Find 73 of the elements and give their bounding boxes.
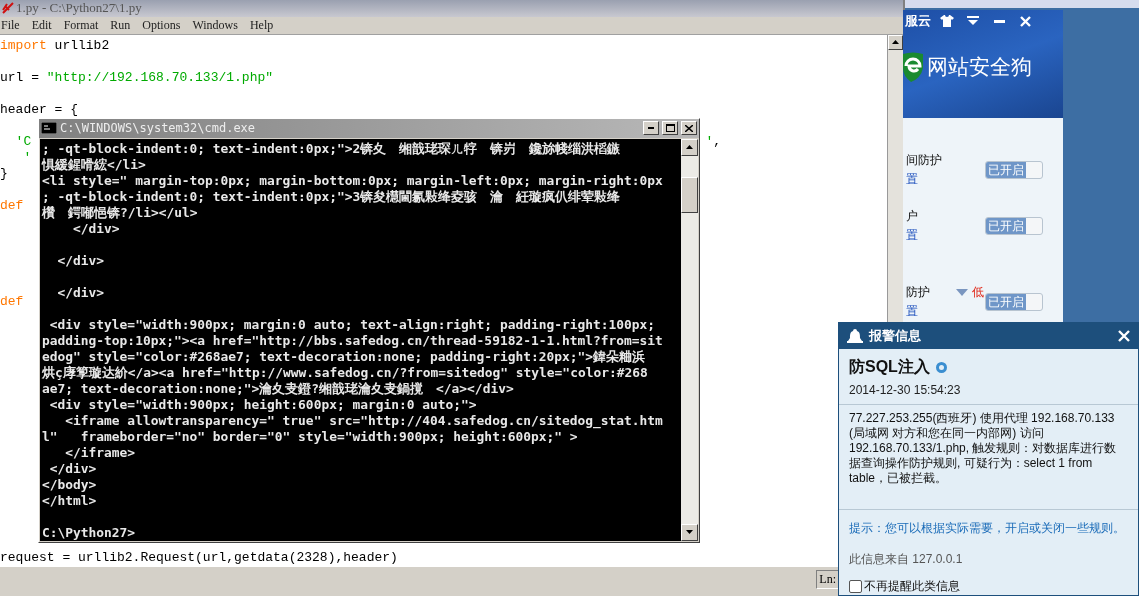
console-line: </div> <box>72 220 121 237</box>
ring-icon <box>935 361 947 373</box>
console-line: 欑 鍔喐悒锛?/li></ul> <box>42 204 199 221</box>
close-button[interactable] <box>681 121 697 136</box>
code-line: } <box>0 165 8 182</box>
popup-title: 报警信息 <box>869 326 922 345</box>
console-line: <li style=" margin-top:0px; margin-bottom:0px; margin-left:0px; margin-right:0px <box>42 172 664 189</box>
up-arrow-icon <box>686 145 693 150</box>
console-line: </div> <box>56 252 106 269</box>
console-line: padding-top:10px;"><a href="http://bbs.safedog.cn/thread-59182-1-1.html?from=sit <box>42 332 664 349</box>
alert-heading: 防SQL注入 <box>849 356 930 377</box>
console-line: ae7; text-decoration:none;">瀹夊叏鐙?缃戠珯瀹夊叏鍋撹 </a></div> <box>42 380 515 397</box>
code-line: ' <box>22 149 32 166</box>
minimize-icon <box>648 127 654 130</box>
menu-item[interactable]: Edit <box>31 17 52 33</box>
minimize-button[interactable] <box>643 121 659 136</box>
console-line: <div style="width:900px; margin:0 auto; text-align:right; padding-right:100px; <box>48 316 657 333</box>
source-text: 此信息来自 127.0.0.1 <box>848 551 964 568</box>
level-label: 低 <box>972 284 984 301</box>
console-line: </html> <box>42 492 98 509</box>
console-line: 惧緩鍟嗗綋</li> <box>42 156 147 173</box>
settings-link[interactable]: 置 <box>906 171 942 188</box>
code-line: request = urllib2.Request(url,getdata(2328),header) <box>0 549 398 566</box>
scroll-thumb[interactable] <box>681 176 698 213</box>
protection-label: 防护 <box>906 284 930 301</box>
scrollbar[interactable] <box>681 138 698 541</box>
menu-item[interactable]: Format <box>63 17 99 33</box>
console-line: C:\Python27> <box>42 524 137 541</box>
maximize-button[interactable] <box>662 121 678 136</box>
console-line: 烘ç庨箰璇达紒</a><a href="http://www.safedog.cn/?from=sitedog" style="color:#268 <box>42 364 649 381</box>
window-title: 1.py - C:\Python27\1.py <box>16 0 142 17</box>
code-line: def <box>0 293 24 310</box>
menu-item[interactable]: Windows <box>192 17 238 33</box>
settings-link[interactable]: 置 <box>906 303 984 320</box>
menu-item[interactable]: Options <box>142 17 181 33</box>
alert-time: 2014-12-30 15:54:23 <box>849 382 962 397</box>
protection-label: 户 <box>906 208 918 225</box>
console-icon <box>41 122 57 135</box>
console-line: <iframe allowtransparency=" true" src="http://404.safedog.cn/sitedog_stat.htm <box>64 412 664 429</box>
close-icon <box>685 124 693 132</box>
hint-text: 提示：您可以根据实际需要，开启或关闭一些规则。 <box>848 520 1126 537</box>
console-line: </body> <box>42 476 98 493</box>
cloud-label: 服云 <box>905 12 931 30</box>
alert-message: 77.227.253.255(西班牙) 使用代理 192.168.70.133 (局域网 对方和您在同一内部网) 访问 192.168.70.133/1.php, 触发规则：对数据库进行数据查询操作防护规则, 可疑行为：select 1 from table，已被拦截。 <box>848 409 1118 487</box>
up-arrow-icon <box>892 40 899 45</box>
code-line: 'C <box>14 133 32 150</box>
console-line: edog" style="color:#268ae7; text-decoration:none; padding-right:20px;">鍏朵粬浜 <box>42 348 647 365</box>
close-icon[interactable] <box>1118 329 1130 342</box>
menu-item[interactable]: Help <box>249 17 274 33</box>
console-line: </div> <box>48 460 98 477</box>
console-line: l" frameborder="no" border="0" style="width:900px; height:600px;" > <box>42 428 578 445</box>
console-line: </iframe> <box>64 444 137 461</box>
code-line: header = { <box>0 101 78 118</box>
caret-icon[interactable] <box>956 289 968 296</box>
menu-item[interactable]: File <box>1 17 20 33</box>
code-line: url = "http://192.168.70.133/1.php" <box>0 69 274 86</box>
console-line: </div> <box>56 284 106 301</box>
window-title: C:\WINDOWS\system32\cmd.exe <box>60 121 257 136</box>
bell-icon <box>847 328 863 343</box>
shield-icon <box>903 52 923 82</box>
dont-remind-checkbox[interactable]: 不再提醒此类信息 <box>839 568 1138 595</box>
code-line: def <box>0 197 24 214</box>
protection-label: 间防护 <box>906 152 942 169</box>
code-fragment: ', <box>705 133 721 150</box>
console-line: <div style="width:900px; height:600px; margin:0 auto;"> <box>48 396 478 413</box>
settings-link[interactable]: 置 <box>906 227 918 244</box>
menu-item[interactable]: Run <box>110 17 131 33</box>
console-line: ; -qt-block-indent:0; text-indent:0px;">3锛夋櫘閫氱敤绛夌骇 瀹 紝璇疯仈绯荤敤绛 <box>42 188 622 205</box>
down-arrow-icon <box>686 530 693 535</box>
maximize-icon <box>665 124 675 133</box>
logo-text: 网站安全狗 <box>927 54 1032 80</box>
code-line: import urllib2 <box>0 37 110 54</box>
console-line: ; -qt-block-indent:0; text-indent:0px;">2锛夊 缃戠珯琛ㄦ牸 锛岃 鑱旀帴缁洪槄鏃 <box>42 140 622 157</box>
